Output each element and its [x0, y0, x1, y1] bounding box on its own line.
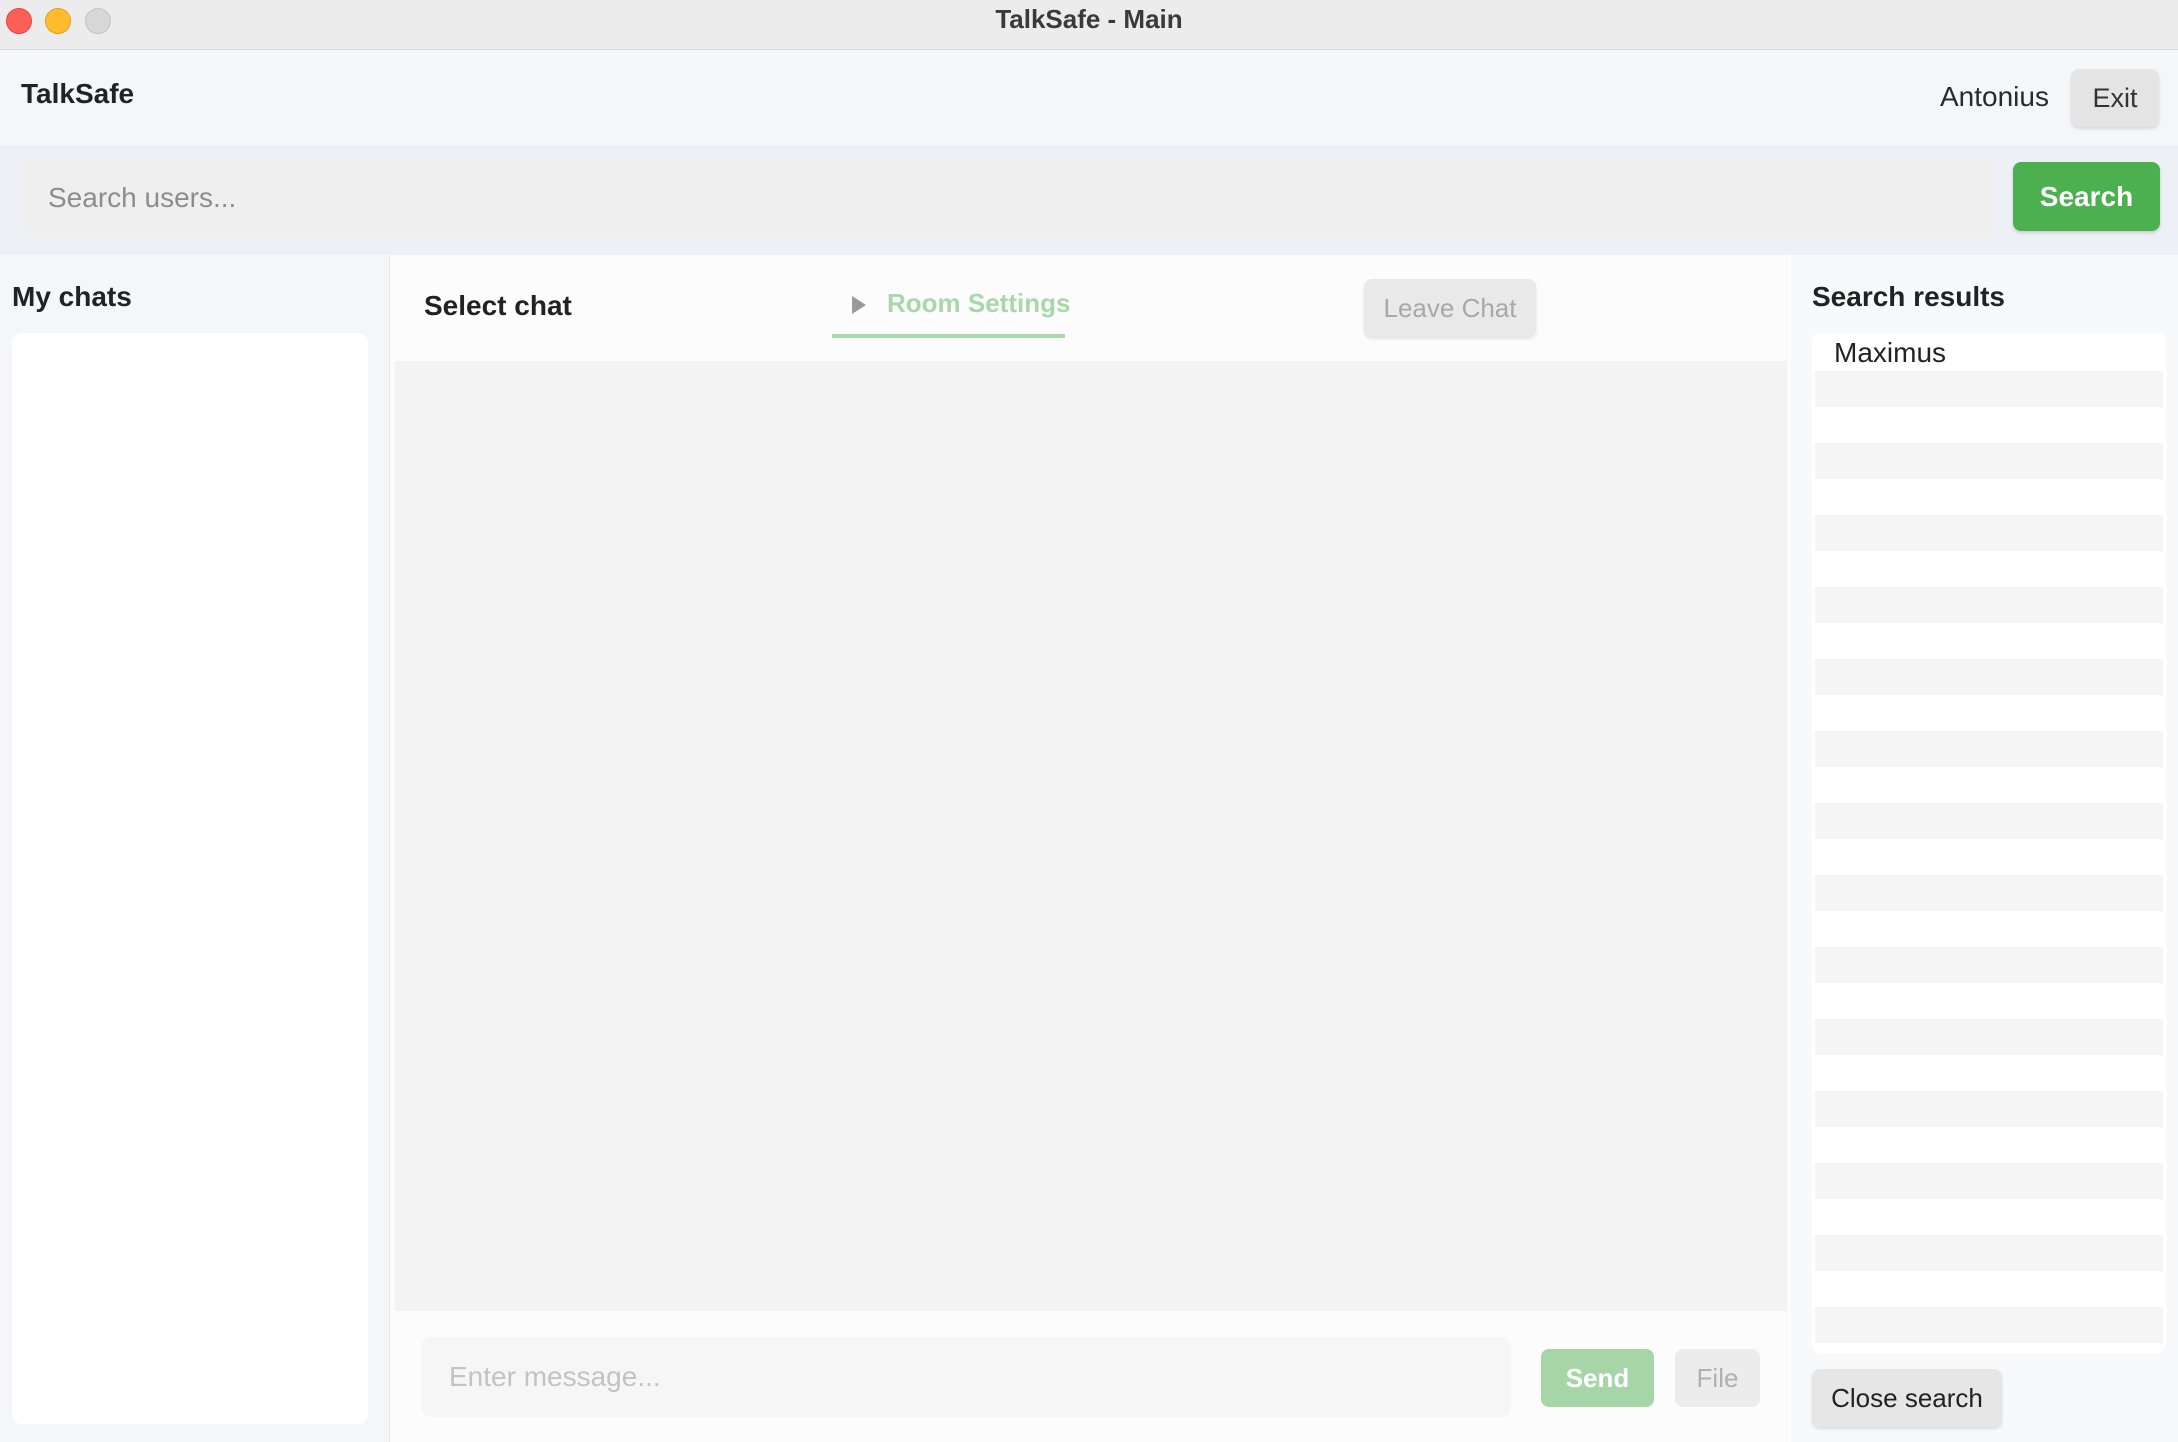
file-button[interactable]: File	[1675, 1349, 1760, 1407]
list-row-stripe	[1815, 587, 2163, 623]
search-button[interactable]: Search	[2013, 162, 2160, 231]
close-search-button[interactable]: Close search	[1812, 1369, 2002, 1427]
list-row-stripe	[1815, 731, 2163, 767]
room-settings-toggle[interactable]: Room Settings	[832, 276, 1070, 338]
message-input[interactable]	[421, 1337, 1511, 1417]
list-row-stripe	[1815, 875, 2163, 911]
chat-panel: Select chat Room Settings Leave Chat Sen…	[389, 255, 1792, 1442]
room-settings-label: Room Settings	[887, 288, 1071, 318]
list-row-stripe	[1815, 1163, 2163, 1199]
chat-title: Select chat	[424, 290, 572, 321]
exit-button[interactable]: Exit	[2071, 69, 2159, 127]
search-results-list: Maximus	[1812, 333, 2166, 1353]
my-chats-title: My chats	[12, 281, 132, 312]
message-area[interactable]	[395, 361, 1787, 1311]
list-row-stripe	[1815, 659, 2163, 695]
search-result-item[interactable]: Maximus	[1834, 337, 1946, 369]
my-chats-panel: My chats	[0, 255, 389, 1442]
list-row-stripe	[1815, 515, 2163, 551]
window-titlebar: TalkSafe - Main	[0, 0, 2178, 50]
user-search-bar: Search	[0, 145, 2178, 255]
chat-list[interactable]	[12, 333, 368, 1424]
current-username: Antonius	[1940, 81, 2049, 112]
list-row-stripe	[1815, 371, 2163, 407]
list-row-stripe	[1815, 1307, 2163, 1343]
disclosure-triangle-icon	[852, 296, 866, 314]
app-header: TalkSafe Antonius Exit	[0, 50, 2178, 145]
list-row-stripe	[1815, 803, 2163, 839]
list-row-stripe	[1815, 1235, 2163, 1271]
app-brand: TalkSafe	[21, 78, 135, 109]
list-row-stripe	[1815, 1019, 2163, 1055]
search-users-input[interactable]	[20, 159, 1995, 237]
list-row-stripe	[1815, 947, 2163, 983]
search-results-title: Search results	[1812, 281, 2005, 312]
search-results-panel: Search results Maximus Close search	[1791, 255, 2178, 1442]
send-button[interactable]: Send	[1541, 1349, 1654, 1407]
list-row-stripe	[1815, 443, 2163, 479]
leave-chat-button[interactable]: Leave Chat	[1364, 279, 1536, 337]
window-title: TalkSafe - Main	[995, 4, 1183, 34]
list-row-stripe	[1815, 1091, 2163, 1127]
